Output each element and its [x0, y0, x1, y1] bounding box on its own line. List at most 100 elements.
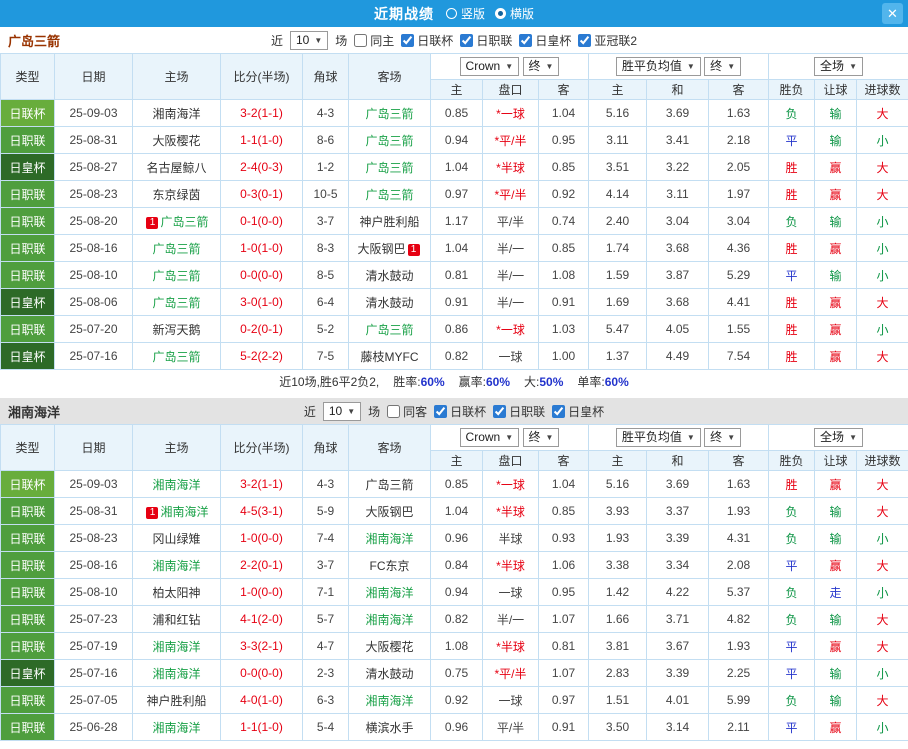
checkbox-input[interactable] [493, 404, 507, 418]
euro-away-odds: 2.08 [707, 551, 770, 579]
asian-away-water: 1.07 [538, 605, 589, 633]
competition-checkbox[interactable]: 日皇杯 [552, 403, 604, 420]
match-row: 日职联 25-07-05 神户胜利船 4-0(1-0) 6-3 湘南海洋 0.92 一球 0.9… [0, 686, 908, 714]
col-euro-home: 主 [588, 450, 647, 471]
asian-handicap: *平/半 [482, 126, 539, 154]
recent-count-select[interactable]: 10 ▼ [289, 30, 329, 50]
score: 3-2(1-1) [220, 470, 303, 498]
result-goals: 小 [856, 234, 908, 262]
odds-average-select[interactable]: 胜平负均值 ▼ [615, 57, 701, 76]
col-euro-draw: 和 [646, 79, 709, 100]
close-button[interactable]: ✕ [882, 3, 903, 24]
result-goals: 大 [856, 342, 908, 370]
result-handicap: 输 [814, 605, 858, 633]
euro-away-odds: 2.05 [707, 153, 770, 181]
asian-away-water: 0.91 [538, 713, 589, 741]
stat-label: 胜率: [393, 374, 421, 389]
euro-away-odds: 4.31 [707, 524, 770, 552]
competition-checkbox[interactable]: 亚冠联2 [578, 32, 637, 49]
euro-draw-odds: 3.22 [646, 153, 709, 181]
recent-label: 近 [303, 404, 316, 419]
match-row: 日皇杯 25-08-06 广岛三箭 3-0(1-0) 6-4 清水鼓动 0.91 半/一 0.9… [0, 288, 908, 316]
score: 4-1(2-0) [220, 605, 303, 633]
final-odds-select[interactable]: 终 ▼ [704, 428, 742, 447]
euro-draw-odds: 3.39 [646, 659, 709, 687]
scope-select[interactable]: 全场 ▼ [814, 428, 863, 447]
result-outcome: 平 [768, 632, 816, 660]
checkbox-input[interactable] [552, 404, 566, 418]
matches-label: 场 [368, 404, 381, 419]
same-side-checkbox[interactable]: 同客 [387, 403, 427, 420]
corner-score: 4-3 [302, 470, 349, 498]
home-team: 神户胜利船 [132, 686, 221, 714]
euro-home-odds: 1.93 [588, 524, 647, 552]
home-team: 冈山绿雉 [132, 524, 221, 552]
euro-away-odds: 1.93 [707, 497, 770, 525]
checkbox-label: 日职联 [509, 404, 546, 419]
checkbox-input[interactable] [519, 33, 533, 47]
competition-type: 日职联 [0, 180, 55, 208]
final-odds-select[interactable]: 终 ▼ [704, 57, 742, 76]
team-section-home: 湘南海洋 近 10 ▼ 场同客 日联杯 日职联 日皇杯 类型 日期 主场 比分(半场) 角球… [0, 398, 908, 741]
match-row: 日职联 25-07-23 浦和红钻 4-1(2-0) 5-7 湘南海洋 0.82 半/一 1.0… [0, 605, 908, 633]
home-team: 大阪樱花 [132, 126, 221, 154]
score: 5-2(2-2) [220, 342, 303, 370]
euro-home-odds: 1.59 [588, 261, 647, 289]
radio-ring-icon [445, 8, 457, 19]
away-team: 大阪樱花 [348, 632, 431, 660]
checkbox-input[interactable] [460, 33, 474, 47]
euro-home-odds: 2.83 [588, 659, 647, 687]
asian-handicap: 平/半 [482, 713, 539, 741]
result-outcome: 平 [768, 261, 816, 289]
checkbox-input[interactable] [578, 33, 592, 47]
team-name: 湘南海洋 [152, 666, 201, 681]
home-team: 湘南海洋 [132, 99, 221, 127]
euro-home-odds: 2.40 [588, 207, 647, 235]
competition-checkbox[interactable]: 日联杯 [434, 403, 486, 420]
corner-score: 1-2 [302, 153, 349, 181]
result-outcome: 负 [768, 207, 816, 235]
euro-draw-odds: 3.39 [646, 524, 709, 552]
same-side-checkbox[interactable]: 同主 [354, 32, 394, 49]
recent-count-value: 10 [328, 403, 343, 418]
layout-radio[interactable]: 横版 [495, 5, 534, 22]
col-handicap-result: 让球 [814, 450, 858, 471]
euro-draw-odds: 3.04 [646, 207, 709, 235]
checkbox-label: 亚冠联2 [594, 33, 638, 48]
team-name: 冈山绿雉 [152, 531, 201, 546]
match-date: 25-08-31 [54, 497, 133, 525]
competition-checkbox[interactable]: 日职联 [460, 32, 512, 49]
matches-table: 类型 日期 主场 比分(半场) 角球 客场 Crown ▼ 终 ▼ 胜平负均值 ▼ 终… [0, 53, 908, 370]
checkbox-input[interactable] [354, 33, 368, 47]
team-name: 广岛三箭 [365, 160, 414, 175]
corner-score: 5-7 [302, 605, 349, 633]
team-name: 大阪钢巴 [357, 241, 406, 256]
stat-value: 60% [604, 374, 629, 389]
chevron-down-icon: ▼ [347, 406, 356, 416]
odds-average-select[interactable]: 胜平负均值 ▼ [615, 428, 701, 447]
section-header-bar: 广岛三箭 近 10 ▼ 场 同主 日联杯 日职联 日皇杯 亚冠联2 [0, 27, 908, 53]
recent-count-select[interactable]: 10 ▼ [322, 401, 362, 421]
final-odds-select[interactable]: 终 ▼ [522, 428, 560, 447]
title-group: 近期战绩 竖版 横版 [374, 4, 534, 24]
team-name: 横滨水手 [365, 720, 414, 735]
competition-checkbox[interactable]: 日联杯 [401, 32, 453, 49]
col-handicap: 盘口 [482, 450, 539, 471]
result-handicap: 赢 [814, 180, 858, 208]
asian-home-water: 1.04 [430, 153, 483, 181]
corner-score: 7-4 [302, 524, 349, 552]
bookmaker-select[interactable]: Crown ▼ [459, 428, 520, 447]
competition-checkbox[interactable]: 日皇杯 [519, 32, 571, 49]
asian-home-water: 0.85 [430, 470, 483, 498]
home-team: 新泻天鹅 [132, 315, 221, 343]
euro-odds-group: 胜平负均值 ▼ 终 ▼ [587, 424, 770, 451]
checkbox-input[interactable] [434, 404, 448, 418]
result-handicap: 赢 [814, 315, 858, 343]
competition-checkbox[interactable]: 日职联 [493, 403, 545, 420]
layout-radio[interactable]: 竖版 [445, 5, 485, 22]
bookmaker-select[interactable]: Crown ▼ [459, 57, 520, 76]
scope-select[interactable]: 全场 ▼ [814, 57, 863, 76]
final-odds-select[interactable]: 终 ▼ [522, 57, 560, 76]
checkbox-input[interactable] [387, 404, 401, 418]
checkbox-input[interactable] [401, 33, 415, 47]
